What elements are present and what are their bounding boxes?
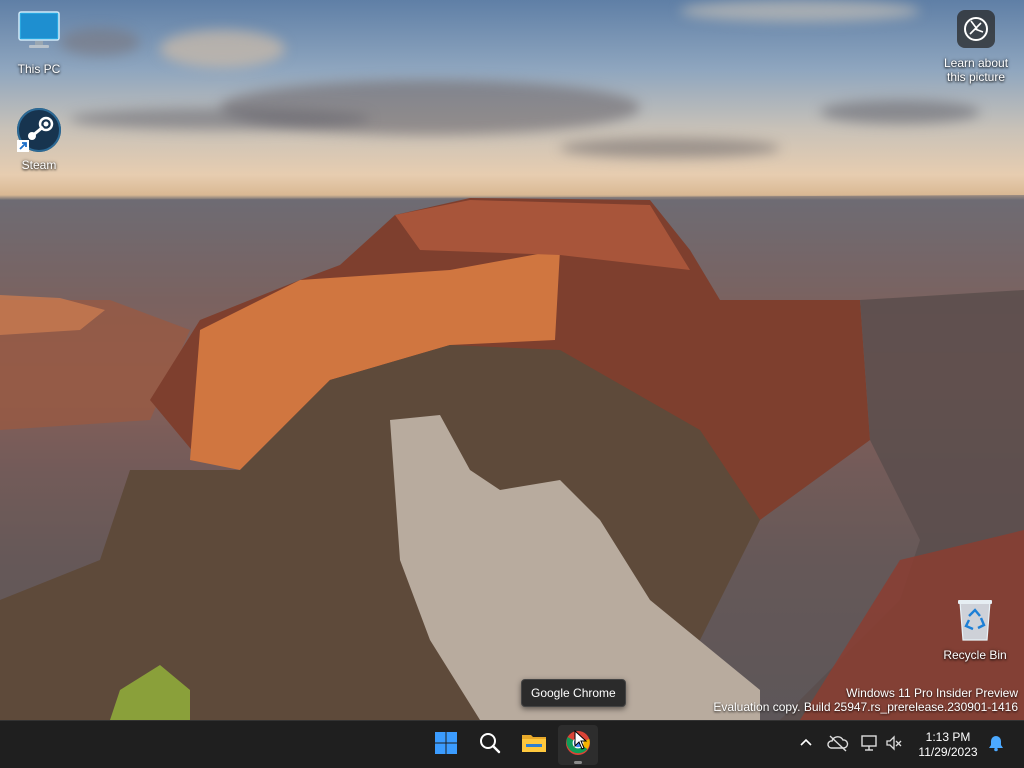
evaluation-watermark: Windows 11 Pro Insider Preview Evaluatio… xyxy=(713,686,1018,714)
canyon-illustration xyxy=(0,195,1024,720)
recycle-bin-label: Recycle Bin xyxy=(943,648,1007,662)
clock[interactable]: 1:13 PM 11/29/2023 xyxy=(912,730,984,760)
watermark-line2: Evaluation copy. Build 25947.rs_prerelea… xyxy=(713,700,1018,714)
chrome-tooltip: Google Chrome xyxy=(521,679,626,707)
network-tray-button[interactable] xyxy=(858,733,882,757)
folder-icon xyxy=(521,731,547,760)
steam-label: Steam xyxy=(21,158,57,172)
show-hidden-icons-button[interactable] xyxy=(794,733,818,757)
mouse-cursor xyxy=(574,729,588,755)
learn-about-this-picture-icon[interactable]: Learn about this picture xyxy=(936,10,1016,84)
volume-tray-button[interactable] xyxy=(882,733,906,757)
this-pc-desktop-icon[interactable]: This PC xyxy=(1,10,77,76)
bell-icon xyxy=(987,734,1005,757)
clock-date: 11/29/2023 xyxy=(918,745,978,759)
clock-time: 1:13 PM xyxy=(925,730,971,744)
recycle-bin-desktop-icon[interactable]: Recycle Bin xyxy=(937,596,1013,662)
learn-line2: this picture xyxy=(946,70,1006,84)
steam-desktop-icon[interactable]: Steam xyxy=(1,106,77,172)
watermark-line1: Windows 11 Pro Insider Preview xyxy=(846,686,1018,700)
monitor-icon xyxy=(15,10,63,58)
windows-logo-icon xyxy=(434,731,458,760)
steam-icon xyxy=(15,106,63,154)
file-explorer-button[interactable] xyxy=(514,725,554,765)
camera-lens-icon xyxy=(957,10,995,48)
taskbar: 1:13 PM 11/29/2023 xyxy=(0,720,1024,768)
running-indicator xyxy=(574,761,582,764)
chevron-up-icon xyxy=(799,736,813,755)
search-icon xyxy=(478,731,502,760)
volume-muted-icon xyxy=(885,734,903,757)
recycle-bin-icon xyxy=(951,596,999,644)
start-button[interactable] xyxy=(426,725,466,765)
desktop-wallpaper: This PC Steam Learn about this picture R… xyxy=(0,0,1024,720)
cloud-offline-icon xyxy=(827,734,849,757)
this-pc-label: This PC xyxy=(17,62,61,76)
search-button[interactable] xyxy=(470,725,510,765)
learn-line1: Learn about xyxy=(943,56,1009,70)
notifications-button[interactable] xyxy=(984,733,1008,757)
network-icon xyxy=(860,734,880,757)
onedrive-tray-button[interactable] xyxy=(826,733,850,757)
